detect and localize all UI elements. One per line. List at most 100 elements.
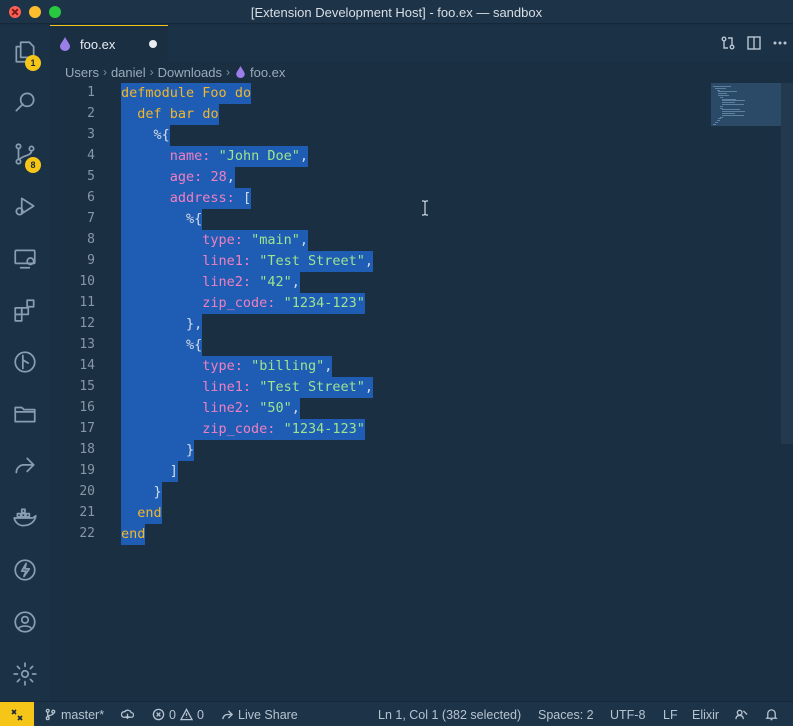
lightning-button[interactable] xyxy=(0,548,50,592)
code-line[interactable]: %{ xyxy=(121,125,170,146)
line-number: 4 xyxy=(87,148,95,163)
code-token: line2: xyxy=(202,400,252,416)
git-graph-button[interactable] xyxy=(0,340,50,384)
run-debug-button[interactable] xyxy=(0,184,50,228)
code-token: address: xyxy=(169,190,235,206)
code-line[interactable]: } xyxy=(121,482,162,503)
code-line[interactable]: type: "main", xyxy=(121,230,308,251)
code-token: zip_code: xyxy=(202,421,276,437)
docker-button[interactable] xyxy=(0,496,50,540)
folder-button[interactable] xyxy=(0,392,50,436)
line-number: 15 xyxy=(79,379,95,394)
unsaved-dot-icon[interactable] xyxy=(149,40,157,48)
source-control-button[interactable]: 8 xyxy=(0,132,50,176)
code-line[interactable]: def bar do xyxy=(121,104,219,125)
code-line[interactable]: zip_code: "1234-123" xyxy=(121,419,365,440)
code-line[interactable]: age: 28, xyxy=(121,167,235,188)
minimap[interactable] xyxy=(711,83,781,126)
code-line[interactable]: line1: "Test Street", xyxy=(121,251,374,272)
vertical-scrollbar[interactable] xyxy=(781,83,793,444)
cursor-position: Ln 1, Col 1 (382 selected) xyxy=(378,707,522,722)
tab-bar: foo.ex xyxy=(50,25,793,61)
code-line[interactable]: end xyxy=(121,524,146,545)
line-number: 16 xyxy=(79,400,95,415)
live-share-button[interactable] xyxy=(0,444,50,488)
remote-indicator-button[interactable] xyxy=(0,702,34,726)
search-button[interactable] xyxy=(0,80,50,124)
more-actions-button[interactable] xyxy=(767,30,793,56)
code-token: "1234-123" xyxy=(283,421,365,437)
code-token: line1: xyxy=(202,253,252,269)
code-line[interactable]: ] xyxy=(121,461,178,482)
explorer-button[interactable]: 1 xyxy=(0,30,50,74)
activity-bar: 1 8 xyxy=(0,25,50,701)
code-line[interactable]: line1: "Test Street", xyxy=(121,377,374,398)
line-number: 22 xyxy=(79,526,95,541)
code-token: [ xyxy=(234,190,252,206)
breadcrumb-item-daniel[interactable]: daniel xyxy=(111,65,146,80)
code-token: %{ xyxy=(121,211,203,227)
code-token: , xyxy=(364,379,374,395)
extensions-button[interactable] xyxy=(0,288,50,332)
indentation-status[interactable]: Spaces: 2 xyxy=(538,702,594,726)
extensions-icon xyxy=(14,299,35,322)
explorer-badge: 1 xyxy=(25,55,41,71)
notifications-button[interactable] xyxy=(765,702,778,726)
language-mode-status[interactable]: Elixir xyxy=(692,702,719,726)
sync-button[interactable] xyxy=(121,702,134,726)
code-line[interactable]: name: "John Doe", xyxy=(121,146,308,167)
search-icon xyxy=(15,92,35,112)
code-token: do xyxy=(234,85,252,101)
remote-explorer-button[interactable] xyxy=(0,236,50,280)
code-line[interactable]: address: [ xyxy=(121,188,252,209)
encoding-status[interactable]: UTF-8 xyxy=(610,702,645,726)
split-editor-button[interactable] xyxy=(741,30,767,56)
code-line[interactable]: } xyxy=(121,440,195,461)
code-line[interactable]: %{ xyxy=(121,335,203,356)
lightning-icon xyxy=(14,559,36,581)
cursor-position-status[interactable]: Ln 1, Col 1 (382 selected) xyxy=(378,702,521,726)
feedback-button[interactable] xyxy=(735,702,748,726)
line-number: 14 xyxy=(79,358,95,373)
code-line[interactable]: line2: "50", xyxy=(121,398,300,419)
branch-label: master* xyxy=(61,707,105,722)
error-icon xyxy=(152,708,165,721)
minimap-line xyxy=(722,114,744,116)
code-line[interactable]: type: "billing", xyxy=(121,356,333,377)
code-line[interactable]: zip_code: "1234-123" xyxy=(121,293,365,314)
accounts-button[interactable] xyxy=(0,600,50,644)
manage-button[interactable] xyxy=(0,652,50,696)
code-line[interactable]: }, xyxy=(121,314,203,335)
code-line[interactable]: end xyxy=(121,503,162,524)
live-share-status[interactable]: Live Share xyxy=(221,702,298,726)
code-token: "Test Street" xyxy=(259,379,365,395)
line-number: 11 xyxy=(79,295,95,310)
code-editor[interactable]: 1 defmodule Foo do 2 def bar do 3 %{4 name:… xyxy=(50,83,793,701)
code-line[interactable]: defmodule Foo do xyxy=(121,83,252,104)
line-number: 1 xyxy=(87,85,95,100)
code-line[interactable]: %{ xyxy=(121,209,203,230)
tab-foo-ex[interactable]: foo.ex xyxy=(50,25,168,61)
problems-status[interactable]: 0 0 xyxy=(152,702,204,726)
code-token: bar xyxy=(169,106,195,122)
bell-icon xyxy=(765,709,778,721)
branch-status[interactable]: master* xyxy=(44,702,104,726)
code-token: "Test Street" xyxy=(259,253,365,269)
breadcrumb-item-downloads[interactable]: Downloads xyxy=(158,65,222,80)
line-number: 20 xyxy=(79,484,95,499)
code-line[interactable]: line2: "42", xyxy=(121,272,300,293)
open-changes-button[interactable] xyxy=(715,30,741,56)
breadcrumb-item-file[interactable]: foo.ex xyxy=(250,65,285,80)
line-number: 5 xyxy=(87,169,95,184)
eol-status[interactable]: LF xyxy=(663,702,678,726)
breadcrumb-item-users[interactable]: Users xyxy=(65,65,99,80)
